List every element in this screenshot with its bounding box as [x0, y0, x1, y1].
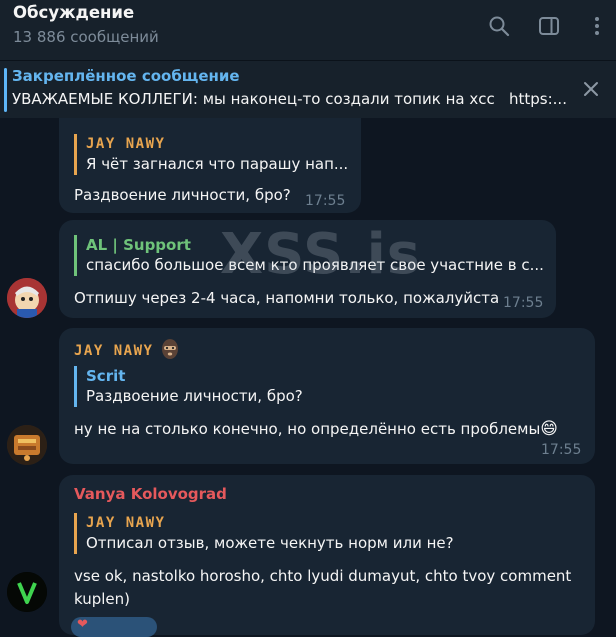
pinned-text: УВАЖАЕМЫЕ КОЛЛЕГИ: мы наконец-то создали… [12, 90, 567, 108]
message-text-line1: vse ok, nastolko horosho, chto lyudi dum… [74, 567, 572, 585]
cartoon-avatar-icon [7, 278, 47, 318]
reply-quote[interactable]: Scrit Раздвоение личности, бро? [74, 366, 303, 407]
avatar[interactable] [7, 278, 47, 318]
message-bubble[interactable]: Vanya Kolovograd JAY NAWY Отписал отзыв,… [59, 475, 595, 637]
reply-text: Раздвоение личности, бро? [86, 387, 303, 405]
message-bubble[interactable]: JAY NAWY Scrit Раздвоение личности, бро?… [59, 328, 595, 464]
reply-text: спасибо большое всем кто проявляет свое … [86, 256, 544, 274]
message-text-content: ну не на столько конечно, но определённо… [74, 420, 541, 438]
reaction-row[interactable]: ❤ [71, 617, 157, 637]
chat-header[interactable]: Обсуждение 13 886 сообщений [0, 0, 616, 60]
reply-text: Отписал отзыв, можете чекнуть норм или н… [86, 534, 454, 552]
grin-emoji: 😄 [540, 419, 559, 439]
reply-quote[interactable]: AL | Support спасибо большое всем кто пр… [74, 235, 544, 276]
reply-quote[interactable]: JAY NAWY Я чёт загнался что парашу нап..… [74, 134, 348, 175]
message-count: 13 886 сообщений [13, 28, 159, 46]
message-time: 17:55 [305, 193, 346, 209]
sender-name-text: JAY NAWY [74, 343, 154, 359]
reply-sender: AL | Support [86, 236, 191, 254]
more-icon[interactable] [590, 14, 604, 38]
avatar[interactable] [7, 572, 47, 612]
message-time: 17:55 [541, 442, 582, 458]
v-logo-avatar-icon [7, 572, 47, 612]
message-time: 17:55 [503, 295, 544, 311]
sender-name[interactable]: Vanya Kolovograd [74, 485, 227, 503]
pinned-label: Закреплённое сообщение [12, 67, 240, 85]
pinned-indicator [4, 68, 7, 112]
reply-sender: Scrit [86, 367, 126, 385]
reply-quote[interactable]: JAY NAWY Отписал отзыв, можете чекнуть н… [74, 513, 454, 554]
search-icon[interactable] [487, 14, 511, 38]
chat-title[interactable]: Обсуждение [13, 3, 134, 22]
reply-sender: JAY NAWY [86, 136, 166, 152]
reply-text: Я чёт загнался что парашу нап... [86, 155, 349, 173]
close-icon[interactable] [580, 78, 602, 100]
avatar[interactable] [7, 425, 47, 465]
sidebar-toggle-icon[interactable] [537, 14, 561, 38]
gear-avatar-icon [7, 425, 47, 465]
sender-name[interactable]: JAY NAWY [74, 338, 179, 360]
message-text: Раздвоение личности, бро? [74, 186, 291, 204]
reply-sender: JAY NAWY [86, 515, 166, 531]
message-text: ну не на столько конечно, но определённо… [74, 418, 558, 440]
message-bubble[interactable]: AL | Support спасибо большое всем кто пр… [59, 220, 556, 318]
balaclava-emoji-icon [161, 339, 178, 359]
message-text-line2: kuplen) [74, 590, 131, 608]
pinned-message-bar[interactable]: Закреплённое сообщение УВАЖАЕМЫЕ КОЛЛЕГИ… [0, 60, 616, 118]
message-text: Отпишу через 2-4 часа, напомни только, п… [74, 289, 500, 307]
